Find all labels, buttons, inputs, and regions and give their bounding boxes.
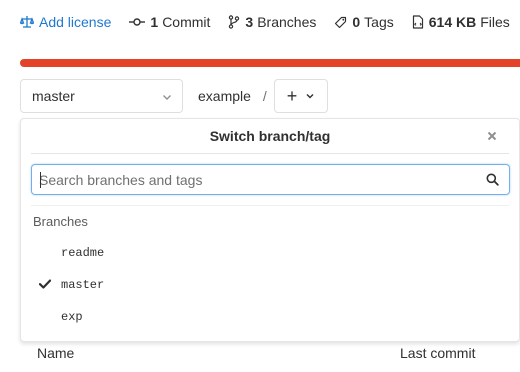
files-size: 614 KB [428, 14, 477, 30]
commits-count: 1 [150, 14, 159, 30]
branch-icon [229, 15, 240, 29]
switch-branch-panel: Switch branch/tag Branches readme master… [20, 118, 520, 342]
search-icon [486, 173, 499, 186]
divider [31, 153, 509, 154]
file-table-header: Name Last commit [37, 345, 476, 361]
branch-name: exp [61, 310, 83, 324]
panel-title: Switch branch/tag [209, 128, 331, 144]
branches-section-label: Branches [33, 214, 88, 229]
scale-icon [20, 16, 34, 28]
branch-item-master[interactable]: master [21, 271, 519, 299]
search-input[interactable] [32, 165, 472, 194]
repo-root-link[interactable]: example [198, 88, 251, 104]
add-license-link[interactable]: Add license [20, 14, 111, 30]
breadcrumb: example / [198, 88, 267, 104]
close-icon [487, 131, 497, 141]
file-icon [412, 15, 423, 29]
check-icon [39, 279, 51, 289]
files-label: Files [480, 14, 510, 30]
tags-link[interactable]: 0 Tags [334, 14, 394, 30]
commits-label: Commit [162, 14, 211, 30]
branches-count: 3 [245, 14, 254, 30]
branch-item-readme[interactable]: readme [21, 239, 519, 267]
branches-link[interactable]: 3 Branches [228, 14, 316, 30]
tags-label: Tags [364, 14, 394, 30]
plus-icon: + [286, 86, 298, 106]
column-header-name: Name [37, 345, 75, 361]
add-to-tree-dropdown[interactable]: + [274, 79, 328, 113]
tags-count: 0 [352, 14, 361, 30]
chevron-down-icon [306, 94, 314, 99]
branch-name: readme [61, 246, 105, 260]
selected-branch: master [32, 88, 75, 104]
column-header-last-commit: Last commit [400, 345, 476, 361]
repository-language-bar [20, 59, 520, 67]
path-separator: / [262, 88, 267, 104]
text-cursor [40, 172, 41, 188]
close-button[interactable] [485, 128, 499, 144]
commits-link[interactable]: 1 Commit [129, 14, 210, 30]
project-stats: Add license 1 Commit 3 Branches 0 Tags 6… [20, 14, 520, 30]
divider [31, 205, 509, 206]
files-link[interactable]: 614 KB Files [412, 14, 510, 30]
branches-label: Branches [257, 14, 317, 30]
branch-switcher-dropdown[interactable]: master [20, 79, 183, 113]
commit-icon [129, 18, 146, 26]
branch-item-exp[interactable]: exp [21, 303, 519, 331]
chevron-down-icon [163, 95, 171, 100]
search-box[interactable] [31, 164, 510, 195]
tag-icon [335, 16, 347, 28]
branch-name: master [61, 278, 105, 292]
add-license-label: Add license [39, 14, 112, 30]
